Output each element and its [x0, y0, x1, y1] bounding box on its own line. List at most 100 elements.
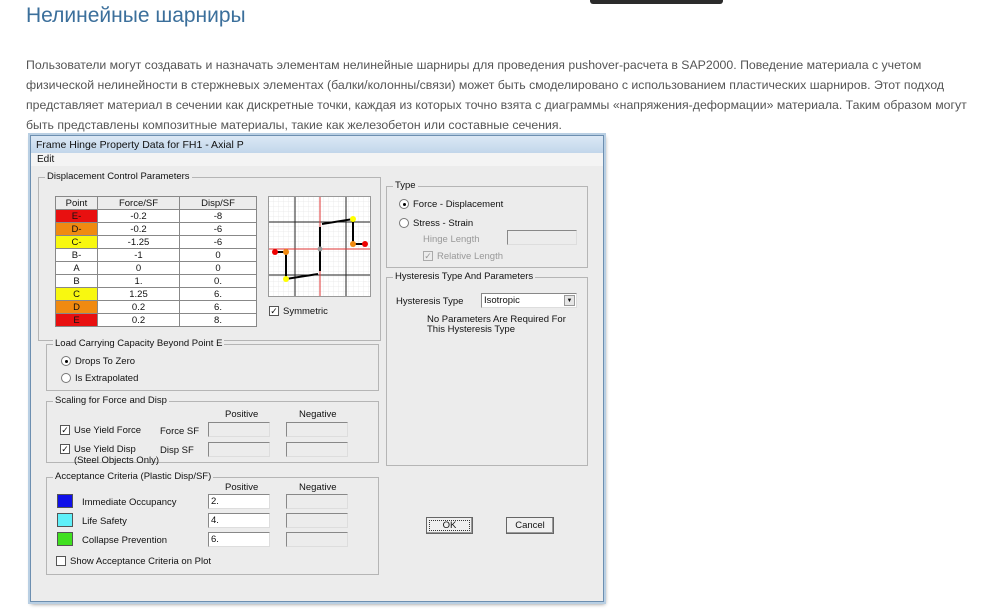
positive-header: Positive: [225, 482, 259, 493]
criteria-negative-input[interactable]: [286, 513, 348, 528]
table-row[interactable]: E- -0.2 -8: [55, 209, 257, 223]
col-header: Force/SF: [97, 196, 180, 210]
negative-header: Negative: [299, 409, 337, 420]
force-cell[interactable]: -0.2: [97, 222, 180, 236]
radio-label: Is Extrapolated: [75, 373, 139, 384]
cancel-button[interactable]: Cancel: [506, 517, 554, 534]
force-cell[interactable]: 0.2: [97, 313, 180, 327]
stress-strain-radio[interactable]: Stress - Strain: [399, 218, 473, 229]
drops-to-zero-radio[interactable]: Drops To Zero: [61, 356, 135, 367]
disp-cell[interactable]: -8: [179, 209, 257, 223]
force-cell[interactable]: 1.25: [97, 287, 180, 301]
radio-label: Force - Displacement: [413, 199, 504, 210]
disp-sf-label: Disp SF: [160, 445, 194, 456]
force-cell[interactable]: -1: [97, 248, 180, 262]
steel-only-label: (Steel Objects Only): [74, 455, 159, 466]
group-label: Load Carrying Capacity Beyond Point E: [53, 338, 225, 349]
group-label: Displacement Control Parameters: [45, 171, 192, 182]
hinge-plot: [268, 196, 371, 297]
force-cell[interactable]: -1.25: [97, 235, 180, 249]
disp-cell[interactable]: 0.: [179, 274, 257, 288]
group-label: Hysteresis Type And Parameters: [393, 271, 536, 282]
acceptance-group: Acceptance Criteria (Plastic Disp/SF) Po…: [46, 471, 379, 575]
force-cell[interactable]: 0: [97, 261, 180, 275]
force-cell[interactable]: 0.2: [97, 300, 180, 314]
table-row[interactable]: C 1.25 6.: [55, 287, 257, 301]
positive-header: Positive: [225, 409, 259, 420]
table-row[interactable]: A00: [55, 261, 257, 275]
checkbox-label: Show Acceptance Criteria on Plot: [70, 556, 211, 567]
hinge-dialog: Frame Hinge Property Data for FH1 - Axia…: [30, 135, 604, 602]
top-bar: [590, 0, 723, 4]
table-row[interactable]: B- -1 0: [55, 248, 257, 262]
points-table[interactable]: Point Force/SF Disp/SF E- -0.2 -8 D- -0.2 -6 C- -…: [55, 196, 257, 327]
criteria-negative-input[interactable]: [286, 494, 348, 509]
criteria-negative-input[interactable]: [286, 532, 348, 547]
dialog-title: Frame Hinge Property Data for FH1 - Axia…: [31, 136, 603, 153]
menu-edit[interactable]: Edit: [37, 154, 54, 165]
disp-sf-negative[interactable]: [286, 442, 348, 457]
radio-label: Drops To Zero: [75, 356, 136, 367]
point-cell: C-: [55, 235, 98, 249]
criteria-color-swatch: [57, 513, 73, 527]
relative-length-checkbox[interactable]: ✓ Relative Length: [423, 251, 503, 262]
col-header: Disp/SF: [179, 196, 257, 210]
show-acceptance-checkbox[interactable]: Show Acceptance Criteria on Plot: [56, 556, 211, 567]
table-row[interactable]: D 0.2 6.: [55, 300, 257, 314]
table-row[interactable]: D- -0.2 -6: [55, 222, 257, 236]
col-header: Point: [55, 196, 98, 210]
criteria-color-swatch: [57, 494, 73, 508]
hysteresis-type-select[interactable]: Isotropic ▼: [481, 293, 577, 308]
criteria-positive-input[interactable]: 4.: [208, 513, 270, 528]
hinge-length-label: Hinge Length: [423, 234, 480, 245]
point-cell: B: [55, 274, 98, 288]
disp-cell[interactable]: -6: [179, 222, 257, 236]
scaling-group: Scaling for Force and Disp Positive Nega…: [46, 395, 379, 466]
force-cell[interactable]: -0.2: [97, 209, 180, 223]
group-label: Acceptance Criteria (Plastic Disp/SF): [53, 471, 214, 482]
criteria-color-swatch: [57, 532, 73, 546]
table-row[interactable]: B 1. 0.: [55, 274, 257, 288]
extrapolated-radio[interactable]: Is Extrapolated: [61, 373, 138, 384]
hinge-length-input[interactable]: [507, 230, 577, 245]
checkbox-label: Relative Length: [437, 251, 504, 262]
intro-paragraph: Пользователи могут создавать и назначать…: [26, 58, 967, 132]
point-cell: E-: [55, 209, 98, 223]
force-displacement-radio[interactable]: Force - Displacement: [399, 199, 503, 210]
select-value: Isotropic: [484, 295, 520, 306]
criteria-label: Life Safety: [82, 516, 127, 527]
table-row[interactable]: E 0.2 8.: [55, 313, 257, 327]
criteria-positive-input[interactable]: 6.: [208, 532, 270, 547]
disp-cell[interactable]: 6.: [179, 287, 257, 301]
hysteresis-type-label: Hysteresis Type: [396, 296, 464, 307]
disp-cell[interactable]: 0: [179, 248, 257, 262]
chevron-down-icon: ▼: [564, 295, 575, 306]
ok-button[interactable]: OK: [426, 517, 473, 534]
disp-cell[interactable]: 0: [179, 261, 257, 275]
force-sf-positive[interactable]: [208, 422, 270, 437]
group-label: Type: [393, 180, 418, 191]
criteria-label: Immediate Occupancy: [82, 497, 177, 508]
hinge-curve: [269, 197, 370, 296]
hysteresis-note: No Parameters Are Required For This Hyst…: [427, 314, 566, 335]
symmetric-label: Symmetric: [283, 306, 328, 317]
load-capacity-group: Load Carrying Capacity Beyond Point E Dr…: [46, 338, 379, 391]
force-cell[interactable]: 1.: [97, 274, 180, 288]
disp-cell[interactable]: -6: [179, 235, 257, 249]
checkbox-label: Use Yield Disp: [74, 444, 136, 455]
force-sf-negative[interactable]: [286, 422, 348, 437]
point-cell: B-: [55, 248, 98, 262]
disp-cell[interactable]: 8.: [179, 313, 257, 327]
point-cell: A: [55, 261, 98, 275]
criteria-positive-input[interactable]: 2.: [208, 494, 270, 509]
table-row[interactable]: C- -1.25 -6: [55, 235, 257, 249]
type-group: Type Force - Displacement Stress - Strai…: [386, 180, 588, 268]
symmetric-checkbox[interactable]: ✓ Symmetric: [269, 306, 328, 317]
group-label: Scaling for Force and Disp: [53, 395, 169, 406]
point-cell: C: [55, 287, 98, 301]
point-cell: D-: [55, 222, 98, 236]
use-yield-force-checkbox[interactable]: ✓ Use Yield Force: [60, 425, 141, 436]
disp-sf-positive[interactable]: [208, 442, 270, 457]
disp-cell[interactable]: 6.: [179, 300, 257, 314]
use-yield-disp-checkbox[interactable]: ✓ Use Yield Disp: [60, 444, 136, 455]
